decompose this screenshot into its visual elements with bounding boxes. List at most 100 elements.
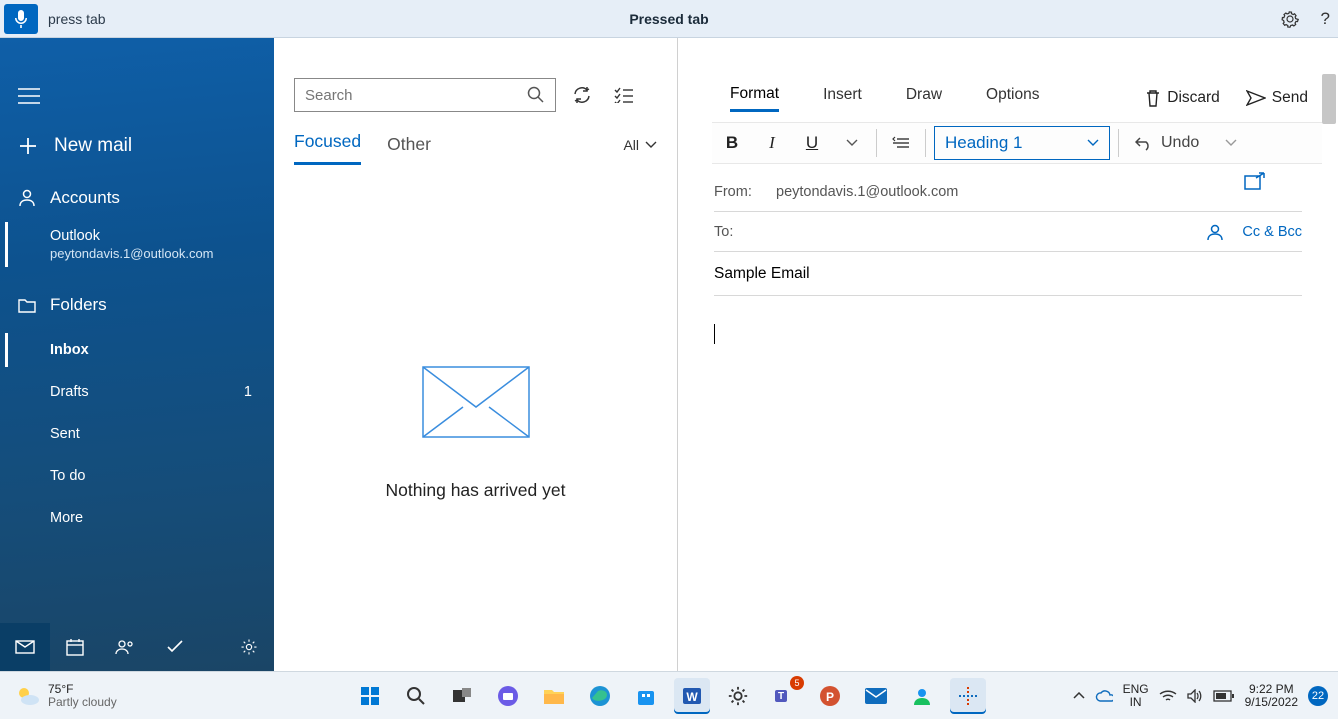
calendar-icon bbox=[66, 638, 84, 656]
italic-button[interactable]: I bbox=[752, 125, 792, 161]
svg-text:T: T bbox=[778, 691, 784, 702]
from-field-row: From: peytondavis.1@outlook.com bbox=[714, 172, 1302, 212]
tray-clock[interactable]: 9:22 PM 9/15/2022 bbox=[1245, 683, 1298, 709]
voice-settings-button[interactable] bbox=[1281, 10, 1299, 28]
taskbar-store[interactable] bbox=[628, 678, 664, 714]
folders-header[interactable]: Folders bbox=[0, 281, 274, 329]
taskbar-settings[interactable] bbox=[720, 678, 756, 714]
weather-icon bbox=[14, 683, 40, 709]
voice-help-button[interactable]: ? bbox=[1321, 9, 1330, 29]
empty-state-text: Nothing has arrived yet bbox=[386, 480, 566, 501]
taskbar-edge[interactable] bbox=[582, 678, 618, 714]
to-label: To: bbox=[714, 224, 768, 240]
taskbar-explorer[interactable] bbox=[536, 678, 572, 714]
word-icon: W bbox=[681, 685, 703, 707]
underline-button[interactable]: U bbox=[792, 125, 832, 161]
nav-calendar-button[interactable] bbox=[50, 623, 100, 671]
paragraph-icon bbox=[892, 136, 910, 150]
person-icon bbox=[18, 189, 36, 207]
sync-button[interactable] bbox=[566, 79, 598, 111]
multiselect-icon bbox=[614, 87, 634, 103]
undo-button[interactable]: Undo bbox=[1123, 134, 1211, 152]
tray-overflow[interactable] bbox=[1073, 692, 1085, 700]
cc-bcc-button[interactable]: Cc & Bcc bbox=[1242, 224, 1302, 240]
powerpoint-icon: P bbox=[819, 685, 841, 707]
new-mail-label: New mail bbox=[54, 135, 132, 157]
hamburger-icon bbox=[18, 88, 40, 104]
pop-out-button[interactable] bbox=[1244, 172, 1266, 190]
tray-language[interactable]: ENG IN bbox=[1123, 683, 1149, 709]
tray-battery[interactable] bbox=[1213, 690, 1235, 702]
discard-button[interactable]: Discard bbox=[1145, 89, 1220, 107]
tab-focused[interactable]: Focused bbox=[294, 131, 361, 165]
text-cursor bbox=[714, 324, 715, 344]
tray-onedrive[interactable] bbox=[1095, 690, 1113, 702]
voice-mic-button[interactable] bbox=[4, 4, 38, 34]
compose-tab-insert[interactable]: Insert bbox=[823, 86, 862, 110]
message-body[interactable] bbox=[678, 296, 1338, 671]
mail-icon bbox=[864, 687, 888, 705]
filter-dropdown[interactable]: All bbox=[623, 137, 657, 153]
from-value[interactable]: peytondavis.1@outlook.com bbox=[776, 184, 958, 200]
weather-cond: Partly cloudy bbox=[48, 696, 117, 709]
voice-input-text: press tab bbox=[48, 11, 106, 27]
paragraph-button[interactable] bbox=[881, 125, 921, 161]
task-view[interactable] bbox=[444, 678, 480, 714]
taskbar-teams[interactable]: T5 bbox=[766, 678, 802, 714]
chat-icon bbox=[497, 685, 519, 707]
folder-sent[interactable]: Sent bbox=[0, 413, 274, 455]
taskbar-app-2[interactable] bbox=[904, 678, 940, 714]
subject-field[interactable]: Sample Email bbox=[714, 252, 1302, 296]
nav-todo-button[interactable] bbox=[150, 623, 200, 671]
tray-volume[interactable] bbox=[1187, 689, 1203, 703]
windows-icon bbox=[359, 685, 381, 707]
svg-text:W: W bbox=[686, 690, 698, 704]
snip-icon bbox=[957, 685, 979, 707]
pop-out-icon bbox=[1244, 172, 1266, 190]
start-button[interactable] bbox=[352, 678, 388, 714]
taskbar-app-1[interactable] bbox=[490, 678, 526, 714]
undo-more-button[interactable] bbox=[1211, 125, 1251, 161]
taskbar-snip[interactable] bbox=[950, 678, 986, 714]
send-button[interactable]: Send bbox=[1246, 89, 1308, 107]
compose-tab-draw[interactable]: Draw bbox=[906, 86, 942, 110]
chevron-down-icon bbox=[645, 141, 657, 149]
compose-tab-options[interactable]: Options bbox=[986, 86, 1039, 110]
battery-icon bbox=[1213, 690, 1235, 702]
account-email: peytondavis.1@outlook.com bbox=[50, 246, 274, 261]
folder-more[interactable]: More bbox=[0, 497, 274, 539]
search-box[interactable] bbox=[294, 78, 556, 112]
nav-settings-button[interactable] bbox=[224, 623, 274, 671]
folder-inbox[interactable]: Inbox bbox=[0, 329, 274, 371]
tab-other[interactable]: Other bbox=[387, 134, 431, 165]
search-icon bbox=[406, 686, 426, 706]
notification-badge[interactable]: 22 bbox=[1308, 686, 1328, 706]
nav-toggle-button[interactable] bbox=[18, 88, 40, 104]
compose-pane: Format Insert Draw Options Discard Send … bbox=[678, 38, 1338, 671]
font-more-button[interactable] bbox=[832, 125, 872, 161]
new-mail-button[interactable]: New mail bbox=[0, 118, 274, 174]
to-field-row[interactable]: To: Cc & Bcc bbox=[714, 212, 1302, 252]
folder-drafts[interactable]: Drafts 1 bbox=[0, 371, 274, 413]
bold-button[interactable]: B bbox=[712, 125, 752, 161]
style-select[interactable]: Heading 1 bbox=[934, 126, 1110, 160]
taskbar-word[interactable]: W bbox=[674, 678, 710, 714]
folder-todo[interactable]: To do bbox=[0, 455, 274, 497]
drafts-count: 1 bbox=[244, 384, 252, 400]
tray-wifi[interactable] bbox=[1159, 689, 1177, 703]
chevron-down-icon bbox=[846, 139, 858, 147]
contacts-picker-button[interactable] bbox=[1206, 223, 1224, 241]
taskbar-mail[interactable] bbox=[858, 678, 894, 714]
search-icon bbox=[527, 86, 545, 104]
weather-widget[interactable]: 75°F Partly cloudy bbox=[14, 683, 117, 709]
undo-icon bbox=[1135, 135, 1153, 151]
taskbar-search[interactable] bbox=[398, 678, 434, 714]
nav-people-button[interactable] bbox=[100, 623, 150, 671]
search-input[interactable] bbox=[305, 87, 485, 104]
account-item[interactable]: Outlook peytondavis.1@outlook.com bbox=[0, 222, 274, 267]
select-mode-button[interactable] bbox=[608, 79, 640, 111]
taskbar-powerpoint[interactable]: P bbox=[812, 678, 848, 714]
nav-mail-button[interactable] bbox=[0, 623, 50, 671]
compose-tab-format[interactable]: Format bbox=[730, 85, 779, 112]
accounts-header[interactable]: Accounts bbox=[0, 174, 274, 222]
